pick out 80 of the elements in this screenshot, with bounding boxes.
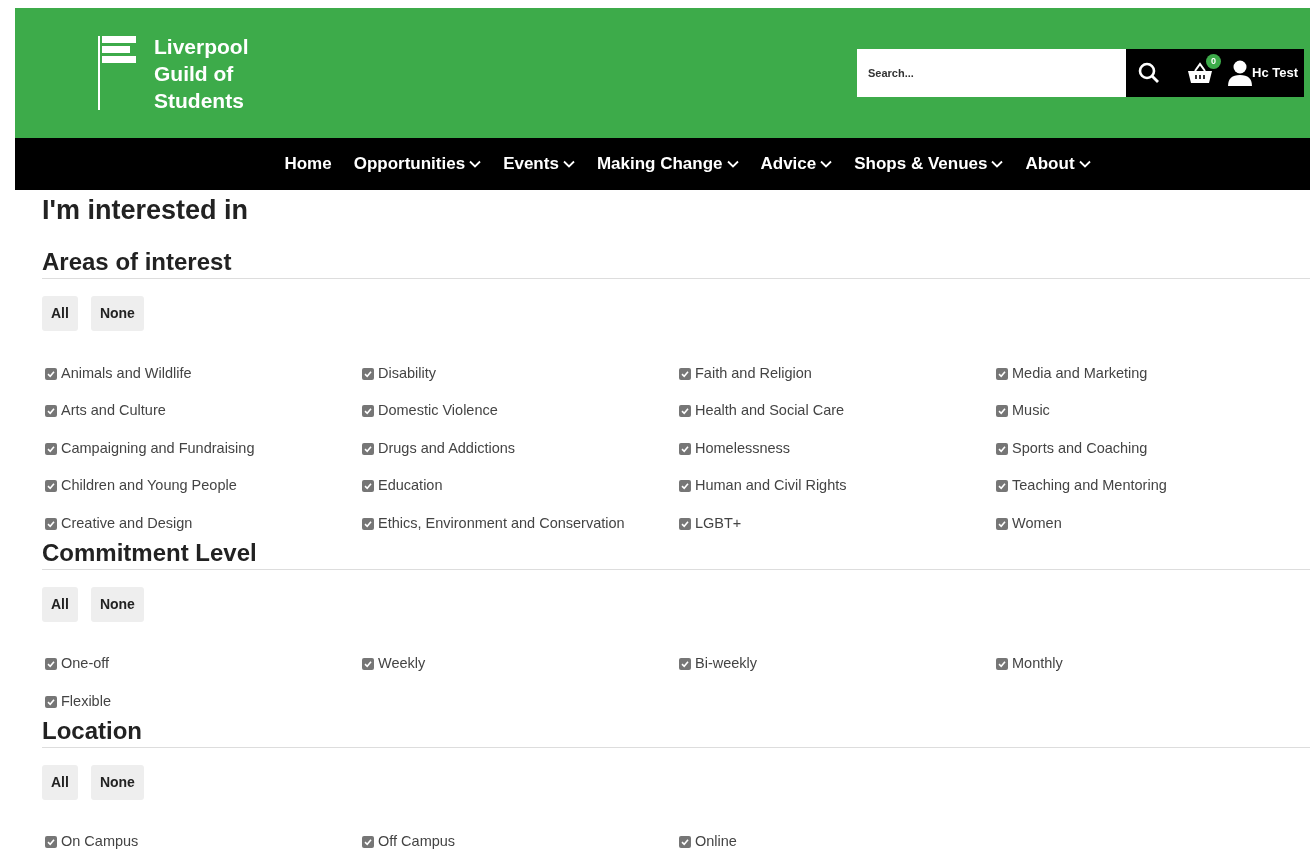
checkbox[interactable] xyxy=(679,836,691,849)
checkbox[interactable] xyxy=(362,658,374,671)
option-label: Homelessness xyxy=(695,438,791,458)
search-field[interactable]: Search... xyxy=(857,49,1126,97)
checkbox[interactable] xyxy=(996,517,1008,530)
checkbox[interactable] xyxy=(362,442,374,455)
option-label: Music xyxy=(1012,401,1050,421)
checkbox[interactable] xyxy=(362,405,374,418)
option-label: Health and Social Care xyxy=(695,401,845,421)
checkbox[interactable] xyxy=(45,836,57,849)
checkbox[interactable] xyxy=(679,480,691,493)
checkbox[interactable] xyxy=(679,405,691,418)
option-label: Bi-weekly xyxy=(695,654,758,674)
option-label: Children and Young People xyxy=(61,476,237,496)
checkbox[interactable] xyxy=(45,480,57,493)
checkbox[interactable] xyxy=(362,517,374,530)
checkbox[interactable] xyxy=(679,517,691,530)
checkbox[interactable] xyxy=(362,367,374,380)
section-heading: Areas of interest xyxy=(42,247,1310,279)
checkbox[interactable] xyxy=(996,480,1008,493)
flag-logo-icon xyxy=(98,36,136,110)
option-label: Disability xyxy=(378,363,436,383)
option-label: One-off xyxy=(61,654,110,674)
checkbox[interactable] xyxy=(45,442,57,455)
section-heading: Location xyxy=(42,715,1310,748)
nav-link[interactable]: Shops & Venues xyxy=(854,151,1004,177)
checkbox[interactable] xyxy=(362,836,374,849)
option-label: Ethics, Environment and Conservation xyxy=(378,513,625,533)
option-label: Drugs and Addictions xyxy=(378,438,516,458)
checkbox[interactable] xyxy=(45,517,57,530)
filter-button[interactable]: None xyxy=(90,296,144,331)
filter-button[interactable]: All xyxy=(42,586,78,622)
cart-count-badge: 0 xyxy=(1206,54,1221,69)
option-label: Monthly xyxy=(1012,654,1063,674)
option-label: Flexible xyxy=(61,691,111,711)
user-name[interactable]: Hc Test xyxy=(1252,63,1298,83)
option-label: Education xyxy=(378,476,443,496)
option-label: Animals and Wildlife xyxy=(61,363,192,383)
checkbox[interactable] xyxy=(679,367,691,380)
checkbox[interactable] xyxy=(45,405,57,418)
option-label: LGBT+ xyxy=(695,513,742,533)
page-title: I'm interested in xyxy=(42,194,249,227)
checkbox[interactable] xyxy=(996,405,1008,418)
nav-link[interactable]: Events xyxy=(503,151,575,177)
nav-link[interactable]: Advice xyxy=(760,151,833,177)
checkbox[interactable] xyxy=(45,658,57,671)
option-label: On Campus xyxy=(61,832,139,852)
checkbox[interactable] xyxy=(996,658,1008,671)
nav-link[interactable]: About xyxy=(1025,151,1091,177)
option-label: Online xyxy=(695,832,737,852)
basket-icon[interactable] xyxy=(1186,62,1214,84)
option-label: Creative and Design xyxy=(61,513,193,533)
option-label: Media and Marketing xyxy=(1012,363,1148,383)
filter-button[interactable]: None xyxy=(90,586,144,622)
nav-link[interactable]: Opportunities xyxy=(353,151,482,177)
option-label: Domestic Violence xyxy=(378,401,498,421)
checkbox[interactable] xyxy=(362,480,374,493)
option-label: Campaigning and Fundraising xyxy=(61,438,255,458)
checkbox[interactable] xyxy=(679,442,691,455)
checkbox[interactable] xyxy=(996,367,1008,380)
nav-link[interactable]: Making Change xyxy=(596,151,739,177)
checkbox[interactable] xyxy=(45,367,57,380)
user-icon[interactable] xyxy=(1228,60,1252,86)
option-label: Faith and Religion xyxy=(695,363,812,383)
checkbox[interactable] xyxy=(45,695,57,708)
checkbox[interactable] xyxy=(996,442,1008,455)
option-label: Teaching and Mentoring xyxy=(1012,476,1167,496)
option-label: Human and Civil Rights xyxy=(695,476,847,496)
filter-button[interactable]: All xyxy=(42,764,78,800)
nav-link[interactable]: Home xyxy=(284,151,332,177)
checkbox[interactable] xyxy=(679,658,691,671)
option-label: Off Campus xyxy=(378,832,456,852)
filter-button[interactable]: None xyxy=(90,764,144,800)
section-heading: Commitment Level xyxy=(42,537,1310,570)
option-label: Sports and Coaching xyxy=(1012,438,1148,458)
search-icon[interactable] xyxy=(1138,62,1160,84)
option-label: Weekly xyxy=(378,654,426,674)
option-label: Women xyxy=(1012,513,1062,533)
option-label: Arts and Culture xyxy=(61,401,166,421)
filter-button[interactable]: All xyxy=(42,296,78,331)
